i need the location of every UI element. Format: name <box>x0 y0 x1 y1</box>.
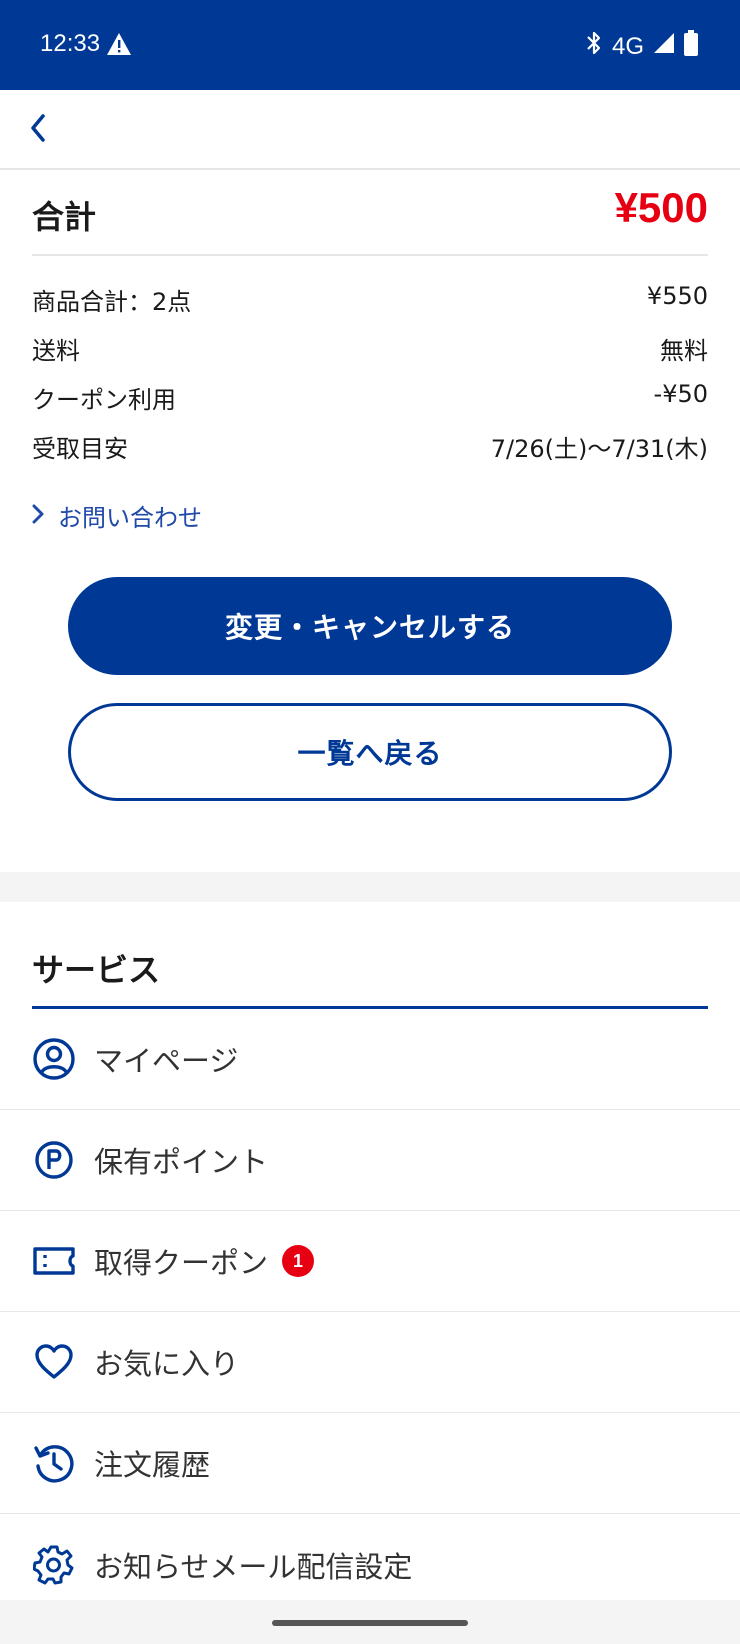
history-icon <box>32 1441 76 1485</box>
home-gesture-handle[interactable] <box>272 1620 468 1626</box>
status-bar: 12:33 4G <box>0 0 740 90</box>
service-item-label: 注文履歴 <box>94 1448 211 1482</box>
network-type: 4G <box>611 32 644 60</box>
services-list: マイページ 保有ポイント 取得クーポン 1 お気に入り 注文履歴 お知らせメール… <box>0 1009 740 1615</box>
coupon-row: クーポン利用 -¥50 <box>32 380 708 420</box>
bluetooth-icon <box>584 30 604 63</box>
inquiry-link[interactable]: お問い合わせ <box>32 498 202 533</box>
total-label: 合計 <box>32 198 97 236</box>
delivery-estimate-row: 受取目安 7/26(土)〜7/31(木) <box>32 429 708 469</box>
services-title: サービス <box>32 951 161 989</box>
shipping-row: 送料 無料 <box>32 331 708 371</box>
app-header <box>0 90 740 170</box>
service-item-label: 保有ポイント <box>94 1145 269 1179</box>
subtotal-label: 商品合計：2点 <box>32 288 192 316</box>
total-price: ¥500 <box>614 184 708 231</box>
shipping-value: 無料 <box>660 337 708 365</box>
point-icon <box>32 1138 76 1182</box>
service-item-mypage[interactable]: マイページ <box>0 1009 740 1110</box>
service-item-favorites[interactable]: お気に入り <box>0 1312 740 1413</box>
delivery-estimate-label: 受取目安 <box>32 435 128 463</box>
coupon-icon <box>32 1239 76 1283</box>
service-item-order-history[interactable]: 注文履歴 <box>0 1413 740 1514</box>
status-time: 12:33 <box>40 30 101 57</box>
status-icons: 4G <box>584 30 698 63</box>
service-item-points[interactable]: 保有ポイント <box>0 1110 740 1211</box>
order-total: 合計 ¥500 <box>32 182 708 256</box>
service-item-label: マイページ <box>94 1044 239 1078</box>
chevron-left-icon <box>28 113 48 147</box>
subtotal-value: ¥550 <box>646 282 708 310</box>
battery-icon <box>684 30 698 63</box>
shipping-label: 送料 <box>32 337 80 365</box>
service-item-label: お知らせメール配信設定 <box>94 1549 413 1584</box>
coupon-value: -¥50 <box>653 380 708 408</box>
section-divider <box>0 872 740 902</box>
delivery-estimate-value: 7/26(土)〜7/31(木) <box>490 435 708 463</box>
chevron-right-icon <box>32 502 44 530</box>
subtotal-row: 商品合計：2点 ¥550 <box>32 282 708 322</box>
service-item-label: お気に入り <box>94 1347 240 1381</box>
service-item-label-wrap: 取得クーポン 1 <box>94 1240 315 1282</box>
change-cancel-button[interactable]: 変更・キャンセルする <box>68 577 672 675</box>
warning-icon <box>106 32 132 60</box>
user-circle-icon <box>32 1037 76 1081</box>
gear-icon <box>32 1543 76 1587</box>
service-item-label: 取得クーポン <box>94 1246 269 1280</box>
service-item-coupons[interactable]: 取得クーポン 1 <box>0 1211 740 1312</box>
signal-icon <box>652 31 676 62</box>
coupon-count-badge: 1 <box>282 1245 315 1277</box>
inquiry-label: お問い合わせ <box>58 504 202 532</box>
coupon-label: クーポン利用 <box>32 386 176 414</box>
heart-icon <box>32 1340 76 1384</box>
back-button[interactable] <box>16 108 60 152</box>
back-to-list-button[interactable]: 一覧へ戻る <box>68 703 672 801</box>
system-nav-bar <box>0 1600 740 1644</box>
